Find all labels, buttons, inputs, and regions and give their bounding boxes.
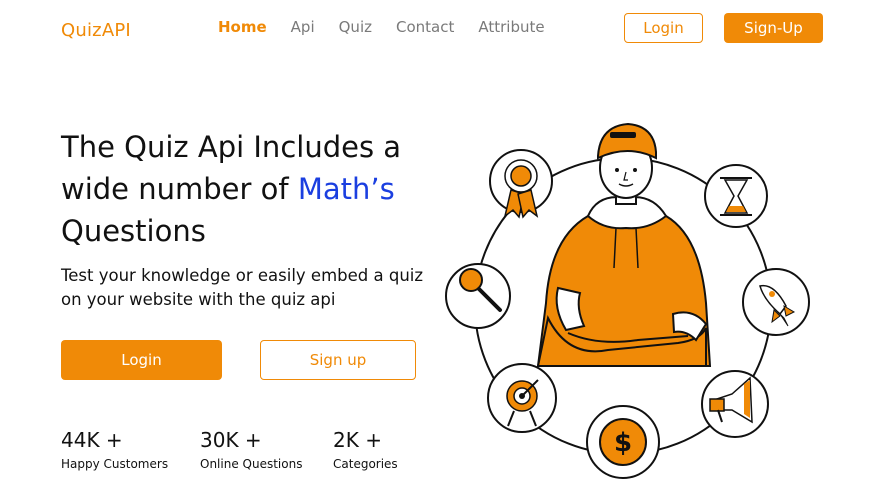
hero-title-part2: Questions (61, 214, 206, 248)
stat-value: 30K + (200, 428, 262, 452)
signup-button-nav[interactable]: Sign-Up (724, 13, 823, 43)
login-button-nav[interactable]: Login (624, 13, 703, 43)
nav-contact[interactable]: Contact (396, 18, 454, 36)
hero-title: The Quiz Api Includes a wide number of M… (61, 126, 441, 252)
stat-online-questions: 30K + Online Questions (200, 428, 302, 471)
signup-button-hero[interactable]: Sign up (260, 340, 416, 380)
medal-icon (489, 149, 553, 219)
megaphone-icon (701, 370, 769, 438)
hero-subtitle: Test your knowledge or easily embed a qu… (61, 266, 424, 309)
person-illustration (536, 122, 712, 367)
rocket-icon (742, 268, 810, 336)
nav-api[interactable]: Api (291, 18, 315, 36)
nav-quiz[interactable]: Quiz (339, 18, 372, 36)
login-button-hero[interactable]: Login (61, 340, 222, 380)
stat-value: 44K + (61, 428, 123, 452)
dollar-icon: $ (586, 405, 660, 479)
hero-illustration: $ (445, 122, 810, 479)
logo[interactable]: QuizAPI (61, 20, 131, 41)
navbar: QuizAPI Home Api Quiz Contact Attribute … (0, 0, 884, 56)
stat-label: Happy Customers (61, 457, 169, 471)
stat-label: Categories (333, 457, 398, 471)
stat-happy-customers: 44K + Happy Customers (61, 428, 168, 471)
target-icon (487, 363, 557, 433)
stat-categories: 2K + Categories (333, 428, 398, 471)
svg-text:$: $ (614, 428, 632, 458)
nav-links: Home Api Quiz Contact Attribute (218, 18, 569, 36)
stat-label: Online Questions (200, 457, 303, 471)
magnifier-icon (445, 263, 511, 329)
stat-value: 2K + (333, 428, 382, 452)
nav-attribute[interactable]: Attribute (478, 18, 544, 36)
nav-home[interactable]: Home (218, 18, 267, 36)
hero-title-highlight: Math’s (297, 172, 395, 206)
hourglass-icon (704, 164, 768, 228)
